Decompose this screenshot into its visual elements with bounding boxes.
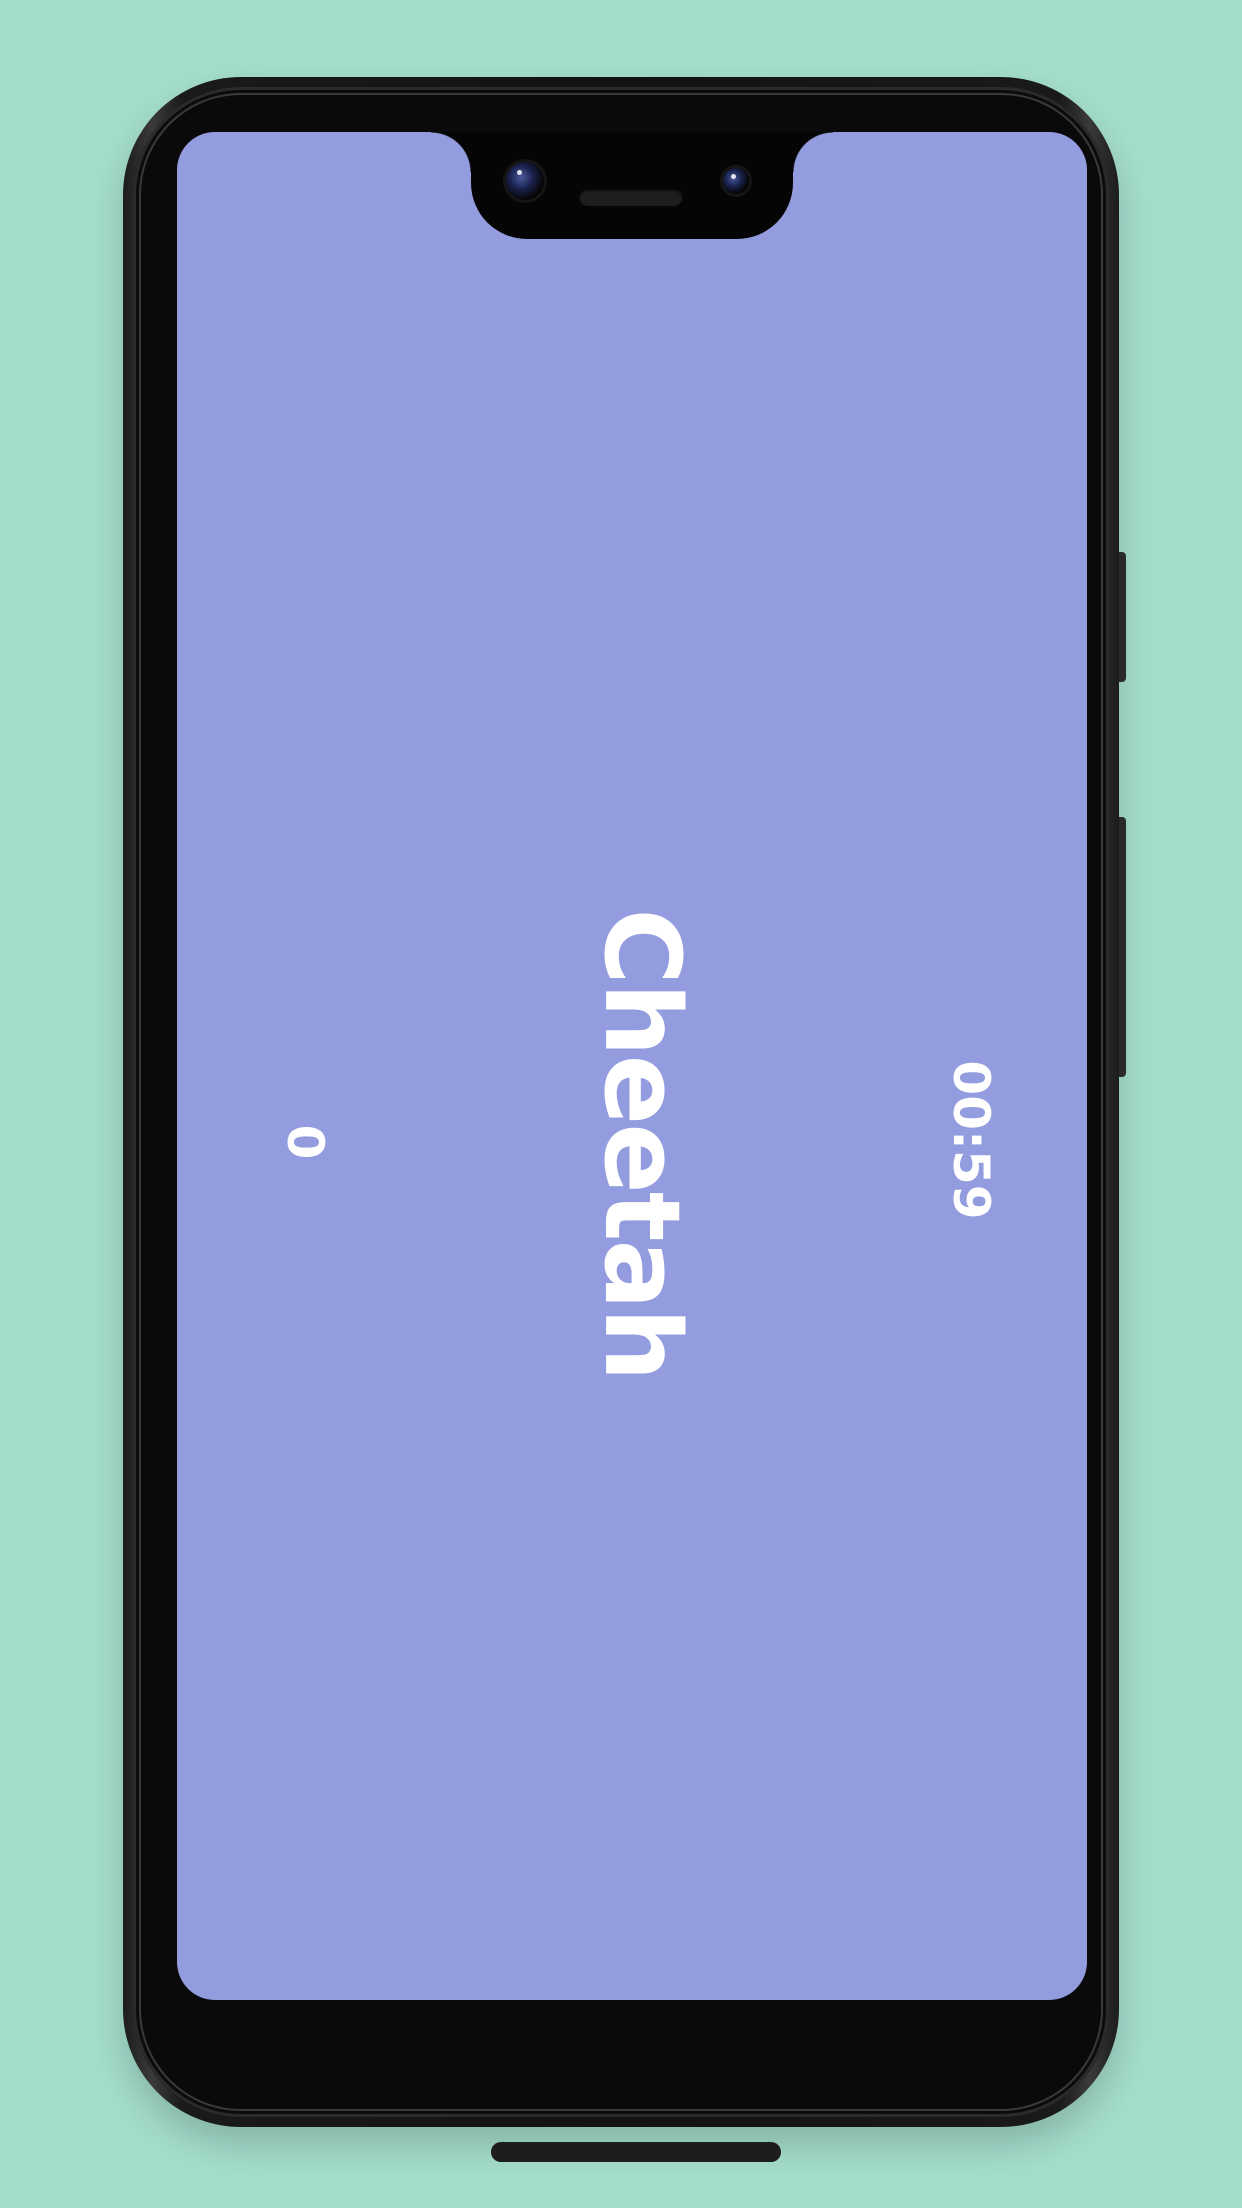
earpiece-speaker	[579, 188, 683, 206]
power-button	[1119, 552, 1126, 682]
volume-button	[1119, 817, 1126, 1077]
score-counter: 0	[276, 1113, 334, 1171]
phone-frame: Cheetah 00:59 0	[123, 77, 1126, 2162]
current-word-text: Cheetah	[581, 908, 703, 1380]
current-word: Cheetah	[406, 908, 877, 1379]
countdown-timer: 00:59	[891, 1060, 1050, 1219]
phone-bezel: Cheetah 00:59 0	[133, 87, 1109, 2162]
secondary-camera-icon	[723, 168, 749, 194]
game-screen[interactable]: Cheetah 00:59 0	[177, 132, 1087, 2000]
score-counter-text: 0	[276, 1124, 334, 1160]
home-indicator[interactable]	[491, 2142, 781, 2162]
notch	[431, 132, 833, 239]
front-camera-icon	[506, 162, 544, 200]
countdown-timer-text: 00:59	[942, 1060, 1000, 1220]
